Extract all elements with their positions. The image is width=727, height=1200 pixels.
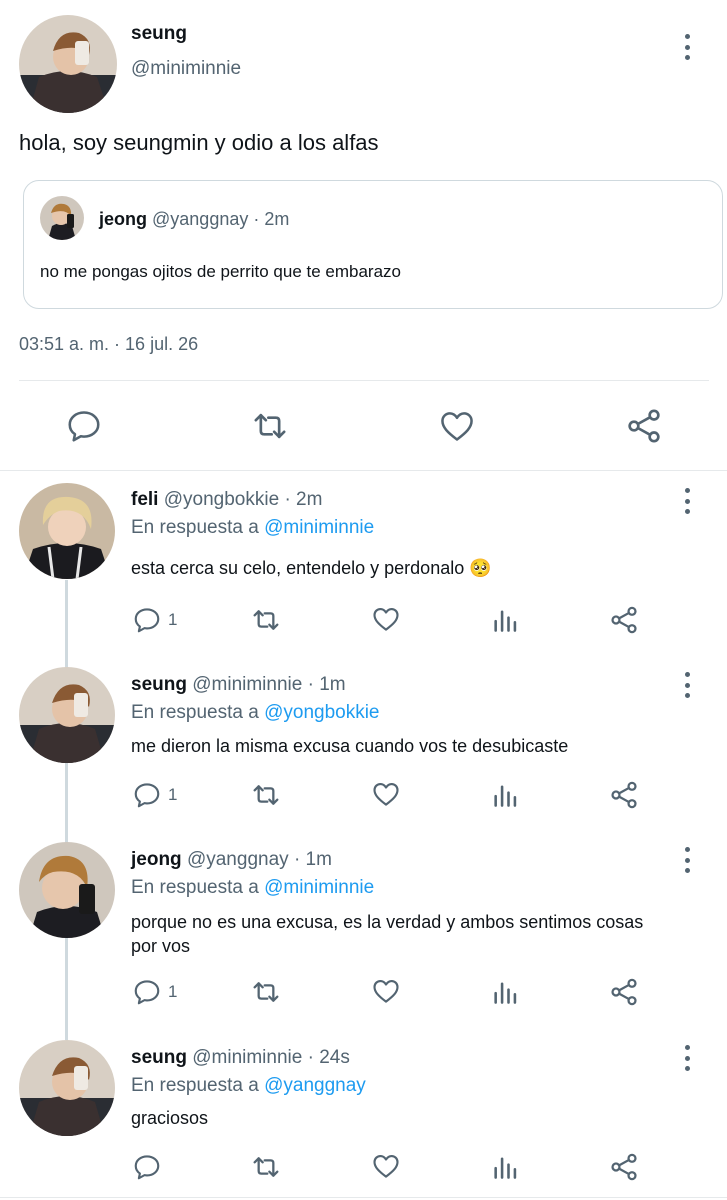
reply-button[interactable]: 1 (132, 977, 177, 1007)
like-icon[interactable] (437, 407, 477, 445)
avatar[interactable] (19, 483, 115, 579)
like-icon[interactable] (370, 779, 402, 809)
reply-text: esta cerca su celo, entendelo y perdonal… (131, 558, 492, 578)
author-handle[interactable]: @miniminnie (192, 674, 302, 695)
author-name[interactable]: feli (131, 489, 158, 510)
reply-text: porque no es una excusa, es la verdad y … (131, 912, 644, 956)
retweet-icon[interactable] (249, 604, 283, 636)
share-icon[interactable] (608, 1151, 640, 1183)
more-vertical-icon[interactable] (677, 1045, 697, 1071)
author-name[interactable]: seung (131, 23, 187, 45)
replying-to-handle[interactable]: @miniminnie (264, 877, 374, 898)
analytics-icon[interactable] (491, 1153, 519, 1181)
reply-time: · 24s (307, 1047, 350, 1068)
more-vertical-icon[interactable] (677, 847, 697, 873)
replying-to-handle[interactable]: @yongbokkie (264, 702, 379, 723)
thread-line (65, 580, 68, 1040)
share-icon[interactable] (624, 406, 664, 446)
reply-button[interactable]: 1 (132, 780, 177, 810)
quote-author-handle[interactable]: @yanggnay (152, 209, 248, 229)
replying-to-label: En respuesta a (131, 877, 259, 898)
like-icon[interactable] (370, 604, 402, 634)
reply-button[interactable] (132, 1152, 168, 1182)
reply-header: feli @yongbokkie · 2m (131, 489, 322, 511)
reply-count: 1 (168, 610, 178, 629)
like-icon[interactable] (370, 976, 402, 1006)
reply-header: jeong @yanggnay · 1m (131, 849, 332, 871)
avatar[interactable] (19, 842, 115, 938)
more-vertical-icon[interactable] (677, 488, 697, 514)
author-name[interactable]: seung (131, 674, 187, 695)
more-vertical-icon[interactable] (677, 34, 697, 60)
reply-header: seung @miniminnie · 24s (131, 1047, 350, 1069)
reply-icon (134, 1155, 160, 1180)
like-icon[interactable] (370, 1151, 402, 1181)
reply-header: seung @miniminnie · 1m (131, 674, 346, 696)
reply-icon (134, 608, 160, 633)
analytics-icon[interactable] (491, 781, 519, 809)
reply-icon (134, 783, 160, 808)
more-vertical-icon[interactable] (677, 672, 697, 698)
share-icon[interactable] (608, 976, 640, 1008)
author-name[interactable]: seung (131, 1047, 187, 1068)
reply-count: 1 (168, 785, 178, 804)
avatar[interactable] (19, 667, 115, 763)
reply-text: graciosos (131, 1108, 209, 1128)
replying-to-label: En respuesta a (131, 702, 259, 723)
replying-to: En respuesta a @yongbokkie (131, 702, 380, 724)
replying-to-label: En respuesta a (131, 517, 259, 538)
quote-header: jeong @yanggnay · 2m (99, 209, 289, 230)
share-icon[interactable] (608, 779, 640, 811)
retweet-icon[interactable] (249, 1151, 283, 1183)
reply-icon (134, 980, 160, 1005)
replying-to: En respuesta a @yanggnay (131, 1075, 366, 1097)
replying-to: En respuesta a @miniminnie (131, 517, 374, 539)
author-name[interactable]: jeong (131, 849, 182, 870)
author-handle[interactable]: @miniminnie (192, 1047, 302, 1068)
quote-author-name[interactable]: jeong (99, 209, 147, 229)
author-handle[interactable]: @miniminnie (131, 58, 241, 80)
replying-to-handle[interactable]: @yanggnay (264, 1075, 366, 1096)
retweet-icon[interactable] (249, 976, 283, 1008)
reply-icon[interactable] (65, 407, 103, 445)
retweet-icon[interactable] (249, 779, 283, 811)
author-handle[interactable]: @yanggnay (187, 849, 289, 870)
reply-button[interactable]: 1 (132, 605, 177, 635)
reply-time: · 1m (307, 674, 346, 695)
retweet-icon[interactable] (249, 406, 291, 446)
reply-time: · 2m (284, 489, 323, 510)
replying-to: En respuesta a @miniminnie (131, 877, 374, 899)
divider (0, 470, 727, 471)
analytics-icon[interactable] (491, 978, 519, 1006)
avatar[interactable] (19, 1040, 115, 1136)
tweet-timestamp[interactable]: 03:51 a. m. · 16 jul. 26 (19, 334, 198, 355)
share-icon[interactable] (608, 604, 640, 636)
quote-tweet[interactable]: jeong @yanggnay · 2m no me pongas ojitos… (23, 180, 723, 309)
replying-to-label: En respuesta a (131, 1075, 259, 1096)
analytics-icon[interactable] (491, 606, 519, 634)
quote-time: · 2m (253, 209, 290, 229)
tweet-text: hola, soy seungmin y odio a los alfas (19, 130, 379, 155)
replying-to-handle[interactable]: @miniminnie (264, 517, 374, 538)
reply-count: 1 (168, 982, 178, 1001)
divider (19, 380, 709, 381)
author-handle[interactable]: @yongbokkie (164, 489, 279, 510)
divider (0, 1197, 727, 1198)
quote-text: no me pongas ojitos de perrito que te em… (40, 262, 402, 281)
reply-text: me dieron la misma excusa cuando vos te … (131, 736, 569, 756)
avatar[interactable] (19, 15, 117, 113)
reply-time: · 1m (293, 849, 332, 870)
quote-avatar (40, 196, 84, 240)
